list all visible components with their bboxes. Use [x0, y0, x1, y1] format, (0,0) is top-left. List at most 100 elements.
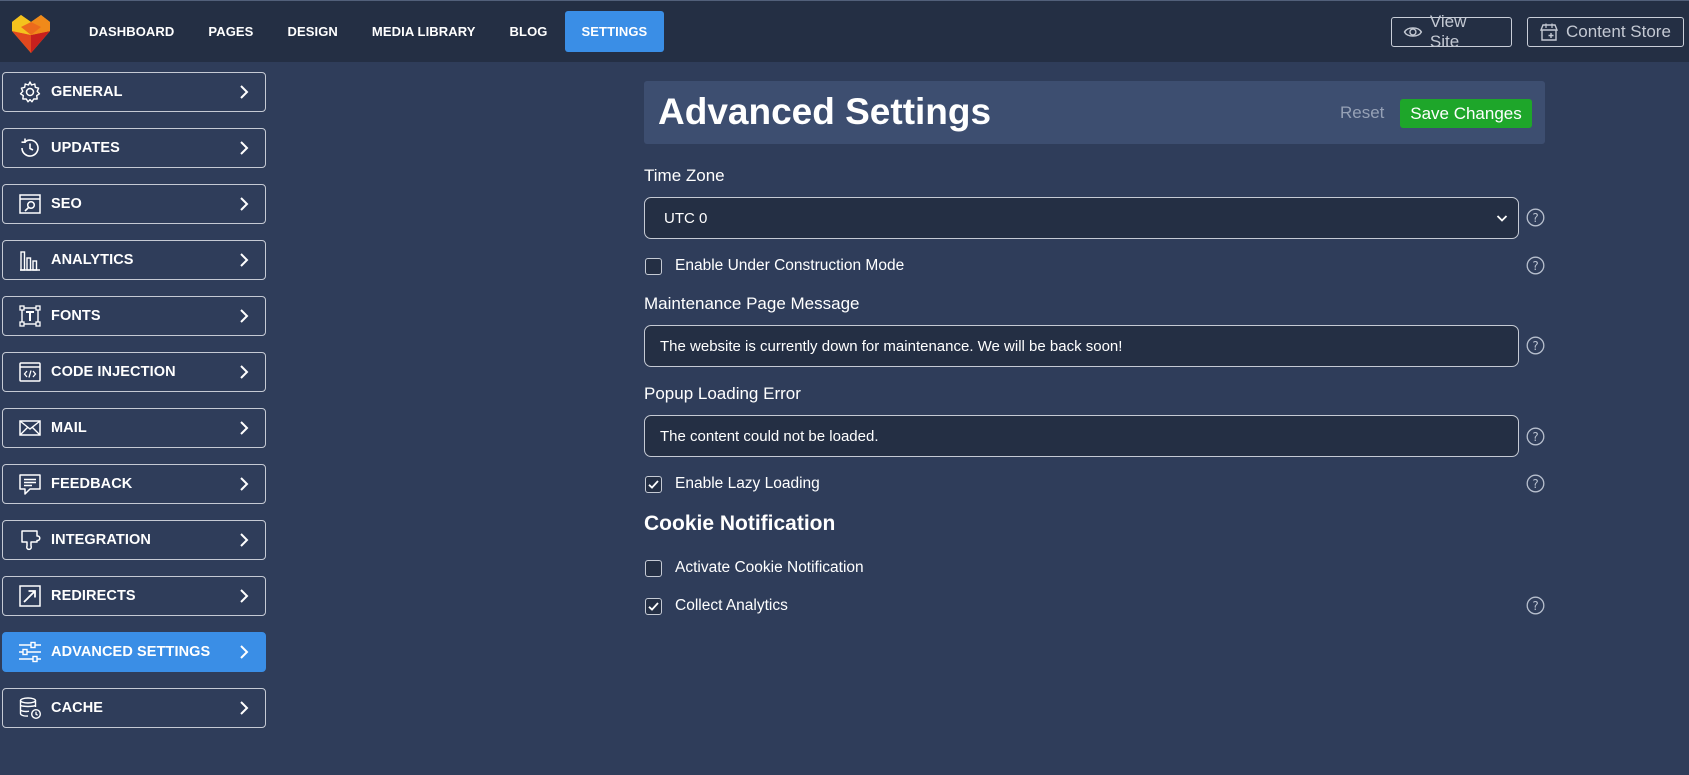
content-store-label: Content Store [1566, 22, 1671, 41]
svg-text:?: ? [1532, 599, 1538, 613]
chevron-down-icon [1496, 215, 1508, 222]
sidebar-item-label: CODE INJECTION [51, 364, 176, 380]
view-site-label: View Site [1429, 12, 1467, 51]
collect-analytics-label: Collect Analytics [675, 597, 788, 614]
sidebar-item-label: ADVANCED SETTINGS [51, 644, 211, 660]
activate-cookie-row: Activate Cookie Notification [645, 558, 864, 578]
sidebar-item-label: SEO [51, 196, 82, 212]
chevron-right-icon [240, 309, 249, 323]
chevron-right-icon [240, 701, 249, 715]
popup-error-label: Popup Loading Error [644, 384, 801, 403]
database-clock-icon [18, 696, 42, 720]
lazy-loading-row: Enable Lazy Loading [645, 474, 820, 494]
sidebar-item-integration[interactable]: INTEGRATION [2, 520, 266, 560]
maintenance-label: Maintenance Page Message [644, 294, 860, 313]
seo-search-icon [18, 192, 42, 216]
store-icon [1539, 23, 1559, 41]
chevron-right-icon [240, 197, 249, 211]
maintenance-message-value: The website is currently down for mainte… [660, 337, 1123, 355]
svg-text:?: ? [1532, 430, 1538, 444]
under-construction-row: Enable Under Construction Mode [645, 256, 904, 276]
history-icon [18, 136, 42, 160]
nav-media-library[interactable]: MEDIA LIBRARY [355, 11, 493, 52]
code-icon [18, 360, 42, 384]
cookie-section-title: Cookie Notification [644, 512, 836, 535]
lazy-loading-checkbox[interactable] [645, 475, 662, 493]
sidebar-item-advanced-settings[interactable]: ADVANCED SETTINGS [2, 632, 266, 672]
help-icon[interactable]: ? [1526, 427, 1545, 446]
nav-dashboard[interactable]: DASHBOARD [72, 11, 191, 52]
collect-analytics-row: Collect Analytics [645, 596, 788, 616]
sidebar-item-label: FONTS [51, 308, 101, 324]
svg-text:?: ? [1532, 259, 1538, 273]
under-construction-checkbox[interactable] [645, 257, 662, 275]
sidebar-item-label: FEEDBACK [51, 476, 133, 492]
redirect-icon [18, 584, 42, 608]
sidebar-item-analytics[interactable]: ANALYTICS [2, 240, 266, 280]
sidebar-item-fonts[interactable]: FONTS [2, 296, 266, 336]
sidebar-item-label: UPDATES [51, 140, 120, 156]
mail-icon [18, 416, 42, 440]
nav-design[interactable]: DESIGN [270, 11, 354, 52]
top-bar: DASHBOARD PAGES DESIGN MEDIA LIBRARY BLO… [0, 0, 1689, 62]
sidebar-item-label: MAIL [51, 420, 87, 436]
content-store-button[interactable]: Content Store [1527, 17, 1684, 47]
save-changes-button[interactable]: Save Changes [1400, 99, 1532, 128]
settings-sidebar: GENERAL UPDATES SEO ANALYTICS FONTS CODE… [2, 72, 266, 744]
sidebar-item-updates[interactable]: UPDATES [2, 128, 266, 168]
help-icon[interactable]: ? [1526, 474, 1545, 493]
help-icon[interactable]: ? [1526, 336, 1545, 355]
popup-error-value: The content could not be loaded. [660, 427, 879, 445]
sidebar-item-feedback[interactable]: FEEDBACK [2, 464, 266, 504]
settings-header: Advanced Settings Reset Save Changes [644, 81, 1545, 144]
sidebar-item-label: INTEGRATION [51, 532, 151, 548]
collect-analytics-checkbox[interactable] [645, 597, 662, 615]
help-icon[interactable]: ? [1526, 596, 1545, 615]
sidebar-item-cache[interactable]: CACHE [2, 688, 266, 728]
chevron-right-icon [240, 141, 249, 155]
logo-icon[interactable] [10, 13, 52, 55]
chevron-right-icon [240, 477, 249, 491]
gear-icon [18, 80, 42, 104]
puzzle-icon [18, 528, 42, 552]
svg-text:?: ? [1532, 477, 1538, 491]
activate-cookie-label: Activate Cookie Notification [675, 559, 864, 576]
reset-button[interactable]: Reset [1340, 103, 1384, 123]
sidebar-item-mail[interactable]: MAIL [2, 408, 266, 448]
main-nav: DASHBOARD PAGES DESIGN MEDIA LIBRARY BLO… [72, 11, 665, 52]
chevron-right-icon [240, 421, 249, 435]
svg-text:?: ? [1532, 211, 1538, 225]
nav-blog[interactable]: BLOG [493, 11, 565, 52]
sidebar-item-label: ANALYTICS [51, 252, 134, 268]
svg-text:?: ? [1532, 339, 1538, 353]
sidebar-item-redirects[interactable]: REDIRECTS [2, 576, 266, 616]
chevron-right-icon [240, 645, 249, 659]
help-icon[interactable]: ? [1526, 208, 1545, 227]
font-icon [18, 304, 42, 328]
sidebar-item-general[interactable]: GENERAL [2, 72, 266, 112]
maintenance-message-input[interactable]: The website is currently down for mainte… [644, 325, 1519, 367]
chevron-right-icon [240, 589, 249, 603]
eye-icon [1403, 27, 1423, 37]
timezone-value: UTC 0 [664, 209, 708, 227]
nav-settings[interactable]: SETTINGS [564, 11, 665, 52]
help-icon[interactable]: ? [1526, 256, 1545, 275]
view-site-button[interactable]: View Site [1391, 12, 1512, 51]
sidebar-item-seo[interactable]: SEO [2, 184, 266, 224]
popup-error-input[interactable]: The content could not be loaded. [644, 415, 1519, 457]
sidebar-item-label: REDIRECTS [51, 588, 136, 604]
chevron-right-icon [240, 253, 249, 267]
sidebar-item-label: GENERAL [51, 84, 123, 100]
chevron-right-icon [240, 365, 249, 379]
sidebar-item-label: CACHE [51, 700, 104, 716]
checkmark-icon [648, 479, 659, 489]
bar-chart-icon [18, 248, 42, 272]
nav-pages[interactable]: PAGES [191, 11, 270, 52]
sliders-icon [18, 640, 42, 664]
chevron-right-icon [240, 533, 249, 547]
activate-cookie-checkbox[interactable] [645, 559, 662, 577]
under-construction-label: Enable Under Construction Mode [675, 257, 905, 274]
feedback-icon [18, 472, 42, 496]
timezone-select[interactable]: UTC 0 [644, 197, 1519, 239]
sidebar-item-code-injection[interactable]: CODE INJECTION [2, 352, 266, 392]
